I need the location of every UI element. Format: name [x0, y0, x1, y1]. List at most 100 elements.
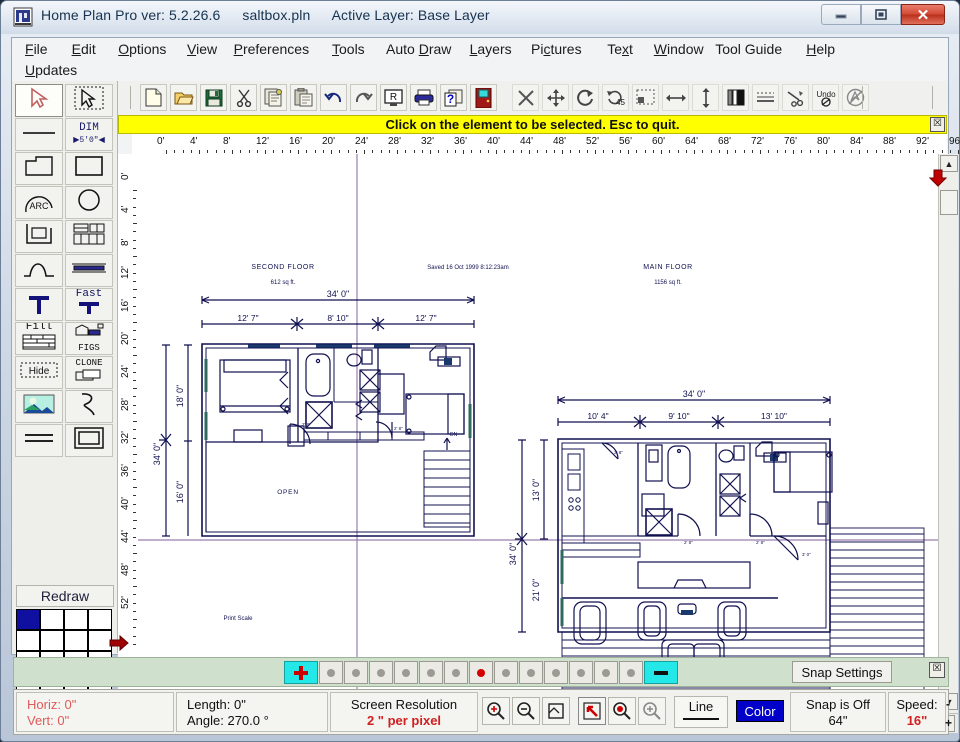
zoom-step-button[interactable]	[469, 661, 493, 684]
select-arrow-tool[interactable]	[15, 84, 63, 117]
fill-tool[interactable]: Fill	[15, 322, 63, 355]
line-style-button[interactable]	[752, 84, 779, 111]
paste-button[interactable]	[290, 84, 317, 111]
zoom-step-button[interactable]	[444, 661, 468, 684]
zoom-step-button[interactable]	[519, 661, 543, 684]
zoom-step-button[interactable]	[594, 661, 618, 684]
speed-increase-button[interactable]: +	[945, 716, 952, 730]
floor-plan-drawing[interactable]: SECOND FLOOR 612 sq ft. Saved 16 Oct 199…	[138, 154, 938, 713]
color-swatch[interactable]	[64, 609, 88, 630]
rotate-button[interactable]	[572, 84, 599, 111]
select-area-arrow-tool[interactable]	[65, 84, 113, 117]
zoom-all-button[interactable]	[638, 697, 666, 725]
menu-item-pictures[interactable]: Pictures	[528, 40, 585, 58]
speed-cell[interactable]: Speed: 16"	[888, 692, 946, 732]
menu-item-auto-draw[interactable]: Auto Draw	[383, 40, 454, 58]
menu-item-view[interactable]: View	[184, 40, 220, 58]
new-file-button[interactable]	[140, 84, 167, 111]
clone-tool[interactable]: CLONE	[65, 356, 113, 389]
menu-item-tool-guide[interactable]: Tool Guide	[712, 40, 785, 58]
zoom-in-button[interactable]	[482, 697, 510, 725]
menu-item-window[interactable]: Window	[651, 40, 707, 58]
zoom-step-button[interactable]	[569, 661, 593, 684]
freehand-tool[interactable]	[65, 390, 113, 423]
close-button[interactable]: ✕	[901, 4, 945, 25]
cut-button[interactable]	[230, 84, 257, 111]
menu-item-text[interactable]: Text	[604, 40, 636, 58]
select-area-button[interactable]	[632, 84, 659, 111]
polygon-tool[interactable]	[15, 152, 63, 185]
zoom-out-button[interactable]	[512, 697, 540, 725]
scroll-top-arrow-icon[interactable]	[928, 169, 948, 187]
color-swatch[interactable]	[40, 630, 64, 651]
color-swatch[interactable]	[16, 609, 40, 630]
copy-button[interactable]	[260, 84, 287, 111]
wall-tool[interactable]	[15, 220, 63, 253]
screen-button[interactable]: R	[380, 84, 407, 111]
zoom-step-button[interactable]	[494, 661, 518, 684]
wall-style-button[interactable]	[722, 84, 749, 111]
menu-item-file[interactable]: File	[22, 40, 51, 58]
delete-button[interactable]	[512, 84, 539, 111]
vertical-scroll-thumb[interactable]	[940, 190, 958, 215]
flip-vertical-button[interactable]	[692, 84, 719, 111]
zoom-step-button[interactable]	[319, 661, 343, 684]
exit-door-button[interactable]	[470, 84, 497, 111]
menu-item-layers[interactable]: Layers	[467, 40, 515, 58]
zoom-increase-button[interactable]	[284, 661, 318, 684]
circle-tool[interactable]	[65, 186, 113, 219]
hide-tool[interactable]: Hide	[15, 356, 63, 389]
color-selector-button[interactable]: Color	[736, 700, 784, 722]
redo-button[interactable]	[350, 84, 377, 111]
speed-decrease-button[interactable]: -	[946, 697, 950, 711]
deselect-button[interactable]	[842, 84, 869, 111]
hint-close-icon[interactable]: ☒	[930, 117, 945, 132]
zoom-step-button[interactable]	[619, 661, 643, 684]
curve-tool[interactable]	[15, 254, 63, 287]
zoom-page-button[interactable]	[542, 697, 570, 725]
color-swatch[interactable]	[88, 609, 112, 630]
zoom-step-strip[interactable]	[284, 661, 679, 684]
arc-tool[interactable]: ARC	[15, 186, 63, 219]
snap-settings-button[interactable]: Snap Settings	[792, 661, 892, 683]
zoom-step-button[interactable]	[419, 661, 443, 684]
picture-tool[interactable]	[15, 390, 63, 423]
screen-resolution-cell[interactable]: Screen Resolution 2 " per pixel	[330, 692, 478, 732]
line-tool[interactable]	[15, 118, 63, 151]
window-door-tool[interactable]	[65, 220, 113, 253]
drawing-canvas[interactable]: SECOND FLOOR 612 sq ft. Saved 16 Oct 199…	[138, 154, 938, 713]
undo-button[interactable]	[320, 84, 347, 111]
scroll-home-arrow-icon[interactable]	[109, 634, 129, 652]
color-swatch[interactable]	[64, 630, 88, 651]
zoom-row-close-icon[interactable]: ☒	[929, 662, 945, 678]
snap-cell[interactable]: Snap is Off 64"	[790, 692, 886, 732]
menu-item-tools[interactable]: Tools	[329, 40, 368, 58]
dimension-tool[interactable]: DIM ▶5'0"◀	[65, 118, 113, 151]
figures-tool[interactable]: FIGS	[65, 322, 113, 355]
line-style-selector[interactable]: Line	[674, 696, 728, 728]
move-button[interactable]	[542, 84, 569, 111]
flip-horizontal-button[interactable]	[662, 84, 689, 111]
minimize-button[interactable]	[821, 4, 861, 25]
print-button[interactable]	[410, 84, 437, 111]
rectangle-tool[interactable]	[65, 152, 113, 185]
zoom-step-button[interactable]	[344, 661, 368, 684]
zoom-step-button[interactable]	[394, 661, 418, 684]
redraw-button[interactable]: Redraw	[16, 585, 114, 607]
beam-tool[interactable]	[65, 254, 113, 287]
save-file-button[interactable]	[200, 84, 227, 111]
menu-item-preferences[interactable]: Preferences	[231, 40, 313, 58]
rotate-45-button[interactable]: 45	[602, 84, 629, 111]
zoom-decrease-button[interactable]	[644, 661, 678, 684]
thickness-tool[interactable]	[15, 424, 63, 457]
menu-item-updates[interactable]: Updates	[22, 61, 80, 79]
menu-item-options[interactable]: Options	[115, 40, 169, 58]
menu-item-edit[interactable]: Edit	[69, 40, 99, 58]
help-button[interactable]: ?	[440, 84, 467, 111]
maximize-button[interactable]	[861, 4, 901, 25]
zoom-pan-button[interactable]	[578, 697, 606, 725]
vertical-scrollbar[interactable]: ▲ ▼	[938, 154, 958, 713]
box-tool[interactable]	[65, 424, 113, 457]
fast-text-tool[interactable]: Fast	[65, 288, 113, 321]
text-tool[interactable]	[15, 288, 63, 321]
